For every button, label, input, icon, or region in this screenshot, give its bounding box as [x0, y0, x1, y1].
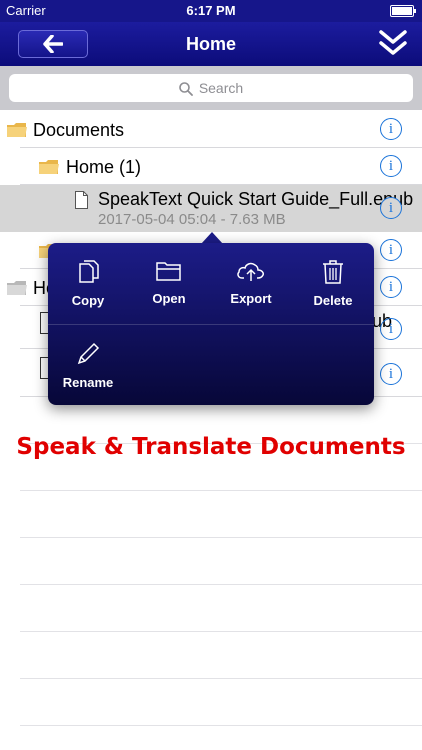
status-bar: Carrier 6:17 PM: [0, 0, 422, 22]
search-placeholder: Search: [198, 80, 244, 96]
copy-icon: [79, 260, 99, 283]
promo-caption: Speak & Translate Documents: [16, 434, 406, 460]
folder-open-icon: [156, 262, 181, 281]
pencil-icon: [77, 342, 100, 365]
tree-row-file-selected[interactable]: SpeakText Quick Start Guide_Full.epub 20…: [0, 185, 422, 232]
clock: 6:17 PM: [186, 3, 236, 18]
copy-button[interactable]: Copy: [48, 243, 128, 323]
delete-button[interactable]: Delete: [293, 243, 373, 323]
info-icon[interactable]: i: [380, 363, 402, 385]
folder-icon: [39, 160, 59, 174]
search-input[interactable]: Search: [9, 74, 413, 102]
search-icon: [179, 82, 193, 97]
folder-icon: [7, 123, 27, 137]
info-icon[interactable]: i: [380, 239, 402, 261]
file-action-popover: Copy Open Export Delete Rename: [48, 243, 374, 405]
open-button[interactable]: Open: [129, 243, 209, 323]
divider: [20, 725, 422, 726]
file-name: SpeakText Quick Start Guide_Full.epub: [98, 189, 414, 209]
file-meta: 2017-05-04 05:04 - 7.63 MB: [98, 211, 286, 228]
info-icon[interactable]: i: [380, 155, 402, 177]
navigation-bar: Home: [0, 22, 422, 66]
trash-icon: [323, 260, 343, 284]
rename-label: Rename: [62, 375, 114, 390]
info-icon[interactable]: i: [380, 118, 402, 140]
gray-folder-icon: [7, 281, 27, 295]
folder-label: Documents: [33, 120, 125, 140]
info-icon[interactable]: i: [380, 276, 402, 298]
cloud-upload-icon: [237, 262, 264, 281]
divider: [20, 678, 422, 679]
divider: [20, 584, 422, 585]
battery-icon: [390, 5, 416, 17]
divider: [20, 490, 422, 491]
export-label: Export: [230, 291, 272, 306]
tree-row-documents[interactable]: Documents i: [0, 111, 422, 148]
double-chevron-down-icon[interactable]: [378, 28, 408, 58]
document-icon: [75, 191, 88, 209]
copy-label: Copy: [71, 293, 105, 308]
search-bar: Search: [0, 66, 422, 110]
tree-row-home[interactable]: Home (1) i: [0, 148, 422, 185]
info-icon[interactable]: i: [380, 318, 402, 340]
info-icon[interactable]: i: [380, 197, 402, 219]
page-title: Home: [185, 34, 236, 54]
delete-label: Delete: [313, 293, 353, 308]
divider: [20, 537, 422, 538]
rename-button[interactable]: Rename: [48, 325, 128, 405]
export-button[interactable]: Export: [211, 243, 291, 323]
folder-label: Home (1): [66, 157, 142, 177]
open-label: Open: [152, 291, 186, 306]
divider: [20, 631, 422, 632]
